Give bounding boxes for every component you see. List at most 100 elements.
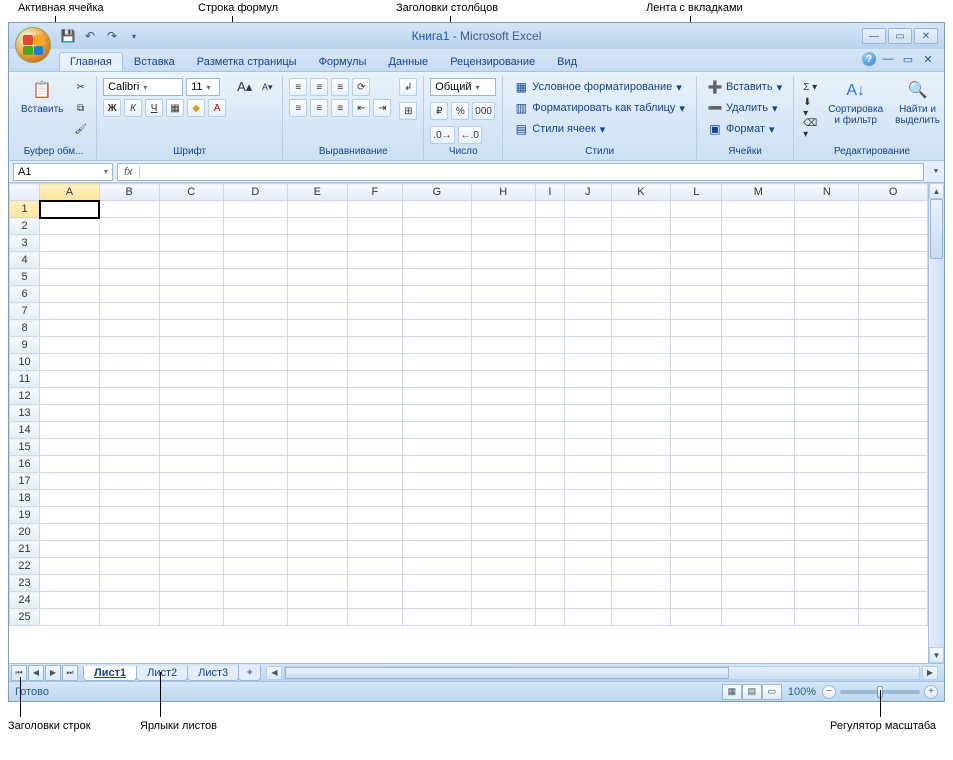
wrap-text-button[interactable]: ↲ (399, 78, 417, 96)
cell[interactable] (287, 575, 347, 592)
zoom-in-button[interactable]: + (924, 685, 938, 699)
col-header[interactable]: O (859, 184, 928, 201)
cell[interactable] (159, 439, 223, 456)
cell[interactable] (671, 439, 722, 456)
last-sheet-button[interactable]: ⏭ (62, 665, 78, 681)
cell[interactable] (859, 456, 928, 473)
doc-minimize-button[interactable]: — (880, 51, 896, 67)
zoom-percent[interactable]: 100% (788, 686, 816, 698)
shrink-font-button[interactable]: A▾ (258, 78, 276, 96)
row-header[interactable]: 24 (10, 592, 40, 609)
align-right-button[interactable]: ≡ (331, 99, 349, 117)
cell[interactable] (287, 269, 347, 286)
cell[interactable] (859, 439, 928, 456)
cell[interactable] (347, 337, 402, 354)
cell[interactable] (40, 201, 100, 218)
cell[interactable] (287, 201, 347, 218)
cell[interactable] (159, 286, 223, 303)
cell[interactable] (403, 575, 472, 592)
cell[interactable] (611, 337, 671, 354)
cell[interactable] (722, 507, 795, 524)
cell[interactable] (564, 439, 611, 456)
cell[interactable] (40, 473, 100, 490)
cell[interactable] (403, 609, 472, 626)
cell[interactable] (611, 575, 671, 592)
cell[interactable] (223, 388, 287, 405)
cell[interactable] (287, 490, 347, 507)
cell[interactable] (564, 524, 611, 541)
col-header[interactable]: A (40, 184, 100, 201)
cell[interactable] (223, 320, 287, 337)
cell[interactable] (859, 405, 928, 422)
cell[interactable] (471, 235, 535, 252)
doc-close-button[interactable]: ✕ (920, 51, 936, 67)
cell[interactable] (722, 575, 795, 592)
cell[interactable] (611, 524, 671, 541)
cell[interactable] (403, 303, 472, 320)
new-sheet-button[interactable]: ✦ (238, 665, 261, 681)
cell[interactable] (722, 235, 795, 252)
cell[interactable] (347, 490, 402, 507)
close-button[interactable]: ✕ (914, 28, 938, 44)
spreadsheet-grid[interactable]: A B C D E F G H I J K L M N O (9, 183, 928, 626)
cell[interactable] (403, 524, 472, 541)
row-header[interactable]: 6 (10, 286, 40, 303)
office-button[interactable] (15, 27, 51, 63)
cell[interactable] (795, 558, 859, 575)
cell[interactable] (535, 490, 564, 507)
cell[interactable] (795, 541, 859, 558)
cell[interactable] (722, 456, 795, 473)
cell[interactable] (564, 235, 611, 252)
cell[interactable] (347, 354, 402, 371)
cell[interactable] (722, 592, 795, 609)
undo-icon[interactable]: ↶ (81, 27, 99, 45)
align-bottom-button[interactable]: ≡ (331, 78, 349, 96)
cell[interactable] (159, 541, 223, 558)
cell[interactable] (347, 218, 402, 235)
cell[interactable] (795, 371, 859, 388)
cell[interactable] (287, 286, 347, 303)
cell[interactable] (671, 371, 722, 388)
cell[interactable] (40, 422, 100, 439)
cell[interactable] (535, 201, 564, 218)
cell[interactable] (471, 541, 535, 558)
name-box[interactable]: A1 ▾ (13, 163, 113, 181)
cell[interactable] (287, 388, 347, 405)
cell[interactable] (40, 507, 100, 524)
sheet-tab-1[interactable]: Лист1 (83, 666, 137, 681)
insert-cells-button[interactable]: ➕Вставить ▾ (703, 78, 787, 96)
row-header[interactable]: 19 (10, 507, 40, 524)
row-header[interactable]: 25 (10, 609, 40, 626)
cell[interactable] (403, 541, 472, 558)
cell[interactable] (671, 235, 722, 252)
first-sheet-button[interactable]: ⏮ (11, 665, 27, 681)
cell[interactable] (223, 218, 287, 235)
col-header[interactable]: N (795, 184, 859, 201)
hscroll-track[interactable] (284, 666, 920, 680)
scroll-left-button[interactable]: ◀ (266, 666, 282, 680)
cell[interactable] (611, 201, 671, 218)
cell[interactable] (347, 235, 402, 252)
increase-decimal-button[interactable]: .0→ (430, 126, 454, 144)
cell[interactable] (611, 456, 671, 473)
doc-restore-button[interactable]: ▭ (900, 51, 916, 67)
cell[interactable] (671, 490, 722, 507)
cell[interactable] (722, 609, 795, 626)
cell[interactable] (859, 337, 928, 354)
tab-data[interactable]: Данные (377, 52, 439, 71)
cell[interactable] (403, 218, 472, 235)
cell[interactable] (471, 354, 535, 371)
cell[interactable] (40, 456, 100, 473)
cell[interactable] (471, 439, 535, 456)
cell[interactable] (347, 388, 402, 405)
cell[interactable] (287, 252, 347, 269)
cell[interactable] (564, 252, 611, 269)
autosum-button[interactable]: Σ ▾ (800, 78, 820, 96)
cell[interactable] (347, 320, 402, 337)
cell[interactable] (471, 405, 535, 422)
col-header[interactable]: J (564, 184, 611, 201)
cell[interactable] (287, 473, 347, 490)
row-header[interactable]: 13 (10, 405, 40, 422)
cell[interactable] (223, 490, 287, 507)
border-button[interactable]: ▦ (166, 99, 184, 117)
